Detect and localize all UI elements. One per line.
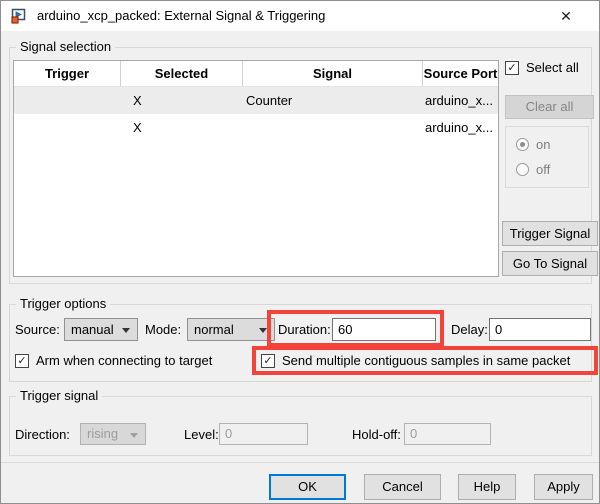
duration-label: Duration: [278,322,331,337]
radio-on-label: on [536,137,551,152]
table-row[interactable]: X arduino_x... [14,114,498,141]
cancel-button[interactable]: Cancel [364,474,441,500]
direction-dropdown[interactable]: rising [80,423,146,445]
cell-source-port[interactable]: arduino_x... [423,87,498,114]
external-signal-triggering-dialog: arduino_xcp_packed: External Signal & Tr… [0,0,600,504]
send-multiple-samples-checkbox[interactable]: ✓ [261,354,275,368]
source-dropdown[interactable]: manual [64,318,138,341]
source-label: Source: [15,322,60,337]
column-header-trigger[interactable]: Trigger [14,61,121,86]
go-to-signal-button[interactable]: Go To Signal [502,251,598,276]
chevron-down-icon [259,328,267,333]
column-header-signal[interactable]: Signal [243,61,423,86]
ok-button[interactable]: OK [269,474,346,500]
trigger-signal-button[interactable]: Trigger Signal [502,221,598,246]
app-icon [11,8,26,24]
column-header-source-port[interactable]: Source Port [423,61,498,86]
delay-input[interactable]: 0 [489,318,591,341]
select-all-checkbox[interactable]: ✓ [505,61,519,75]
table-row[interactable]: X Counter arduino_x... [14,87,498,114]
chevron-down-icon [130,433,138,438]
direction-value: rising [87,426,119,441]
radio-on[interactable] [516,138,529,151]
footer-divider [1,462,599,463]
delay-label: Delay: [451,322,488,337]
cell-signal[interactable] [243,114,423,141]
close-icon[interactable]: ✕ [549,1,583,31]
cell-source-port[interactable]: arduino_x... [423,114,498,141]
holdoff-input[interactable]: 0 [404,423,491,445]
signal-table-header: Trigger Selected Signal Source Port [14,61,498,87]
radio-off[interactable] [516,163,529,176]
trigger-options-label: Trigger options [16,296,111,311]
mode-dropdown[interactable]: normal [187,318,275,341]
send-multiple-samples-label: Send multiple contiguous samples in same… [282,353,571,368]
direction-label: Direction: [15,427,70,442]
duration-input[interactable]: 60 [332,318,436,341]
help-button[interactable]: Help [458,474,516,500]
arm-when-connecting-checkbox[interactable]: ✓ [15,354,29,368]
mode-value: normal [194,322,234,337]
source-value: manual [71,322,114,337]
select-all-label: Select all [526,60,579,75]
signal-selection-group: Signal selection Trigger Selected Signal… [9,39,598,284]
window-title: arduino_xcp_packed: External Signal & Tr… [37,8,326,23]
title-bar: arduino_xcp_packed: External Signal & Tr… [1,1,599,31]
cell-signal[interactable]: Counter [243,87,423,114]
trigger-signal-group: Trigger signal Direction: rising Level: … [9,388,592,456]
trigger-options-group: Trigger options Source: manual Mode: nor… [9,296,592,382]
signal-table[interactable]: Trigger Selected Signal Source Port X Co… [13,60,499,277]
cell-selected[interactable]: X [121,87,243,114]
level-label: Level: [184,427,219,442]
level-input[interactable]: 0 [219,423,308,445]
clear-all-button[interactable]: Clear all [505,95,594,119]
cell-selected[interactable]: X [121,114,243,141]
on-off-radio-group: on off [505,126,589,188]
mode-label: Mode: [145,322,182,337]
radio-off-label: off [536,162,551,177]
chevron-down-icon [122,328,130,333]
cell-trigger[interactable] [14,114,121,141]
column-header-selected[interactable]: Selected [121,61,243,86]
holdoff-label: Hold-off: [352,427,401,442]
signal-selection-label: Signal selection [16,39,116,54]
apply-button[interactable]: Apply [534,474,593,500]
trigger-signal-label: Trigger signal [16,388,103,403]
arm-when-connecting-label: Arm when connecting to target [36,353,213,368]
cell-trigger[interactable] [14,87,121,114]
radio-selected-dot [520,142,525,147]
